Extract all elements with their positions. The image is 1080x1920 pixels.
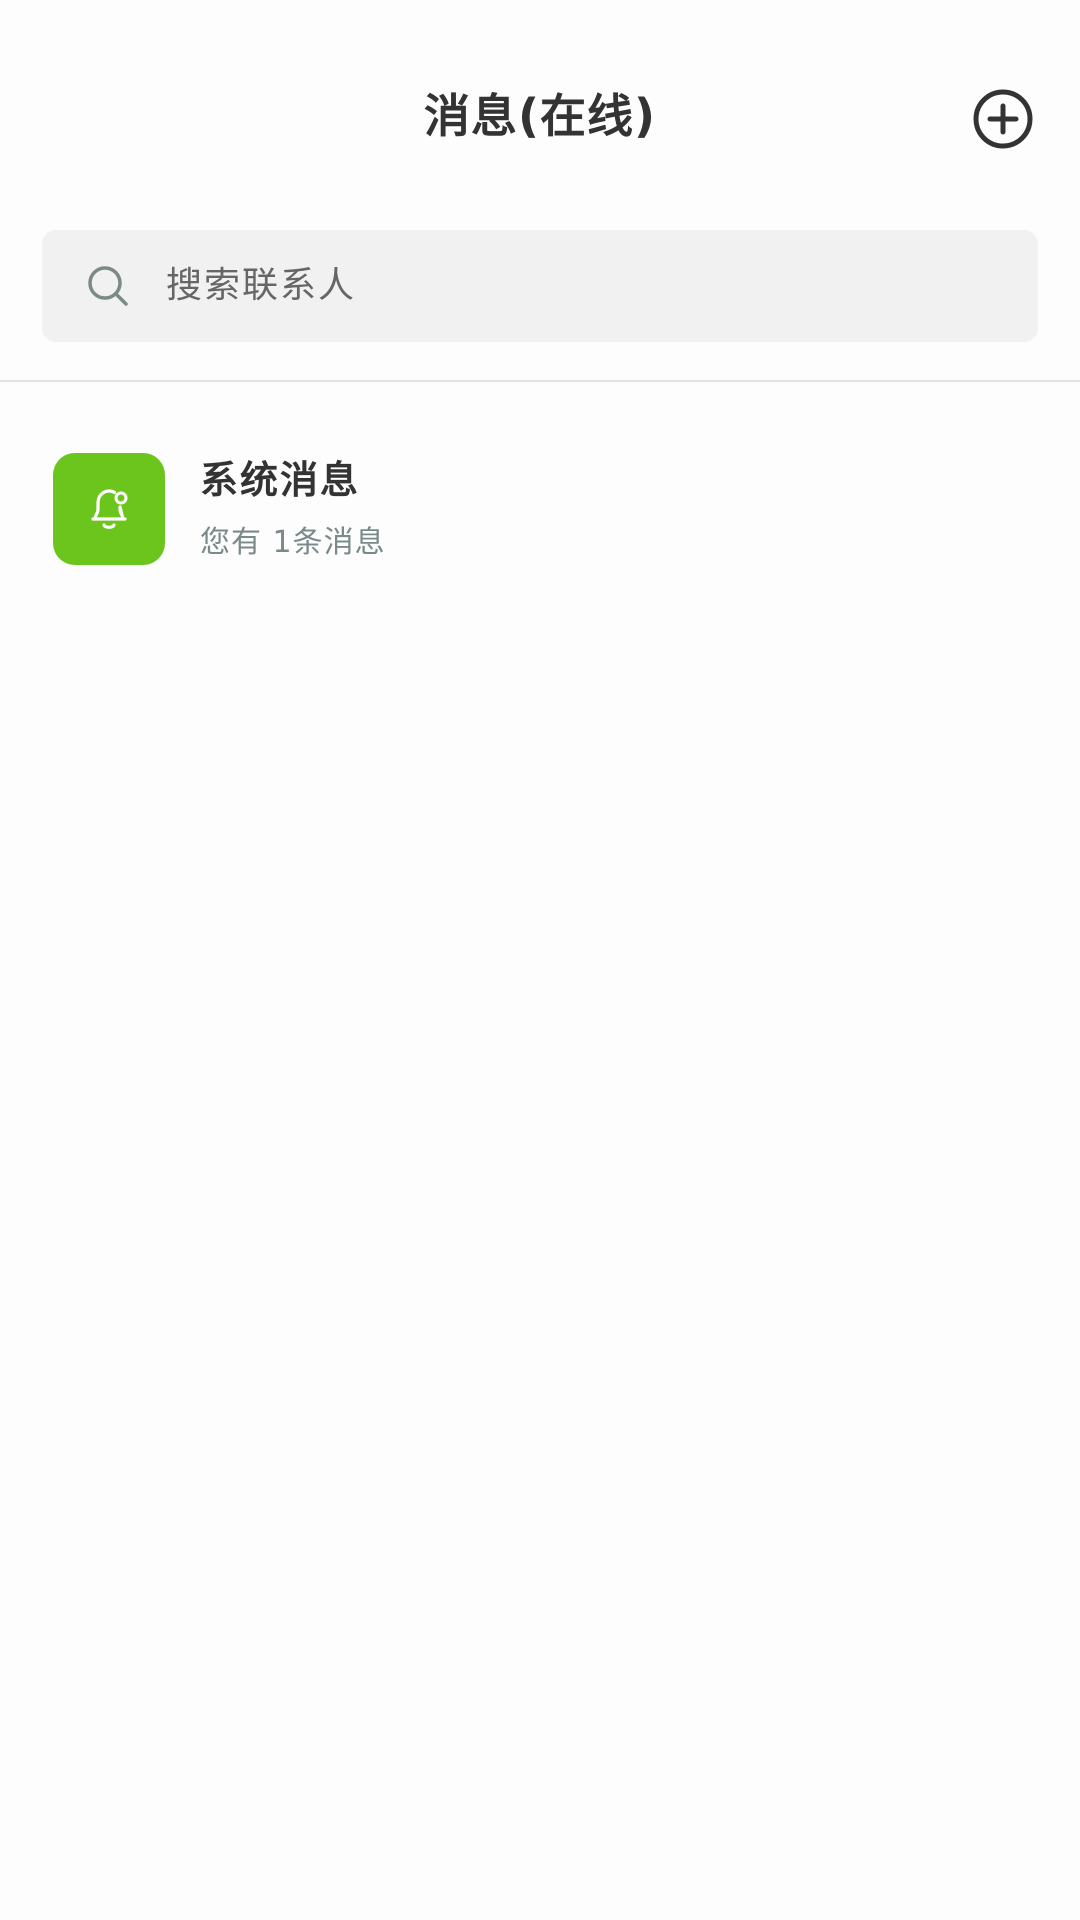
list-item[interactable]: 系统消息 您有 1条消息: [0, 430, 1080, 580]
conversation-preview: 您有 1条消息: [200, 525, 386, 560]
header: 消息(在线): [0, 0, 1080, 230]
search-icon: [84, 262, 132, 310]
divider: [0, 380, 1080, 382]
plus-circle-icon: [973, 89, 1033, 149]
conversation-name: 系统消息: [200, 458, 361, 502]
avatar: [53, 453, 165, 565]
bell-icon: [91, 489, 128, 529]
search-placeholder: 搜索联系人: [166, 265, 357, 306]
messages-page: 消息(在线) 搜索联系人 系统消息 您有 1条消息: [0, 0, 1080, 1920]
add-button[interactable]: [970, 86, 1036, 152]
page-title: 消息(在线): [423, 89, 657, 143]
